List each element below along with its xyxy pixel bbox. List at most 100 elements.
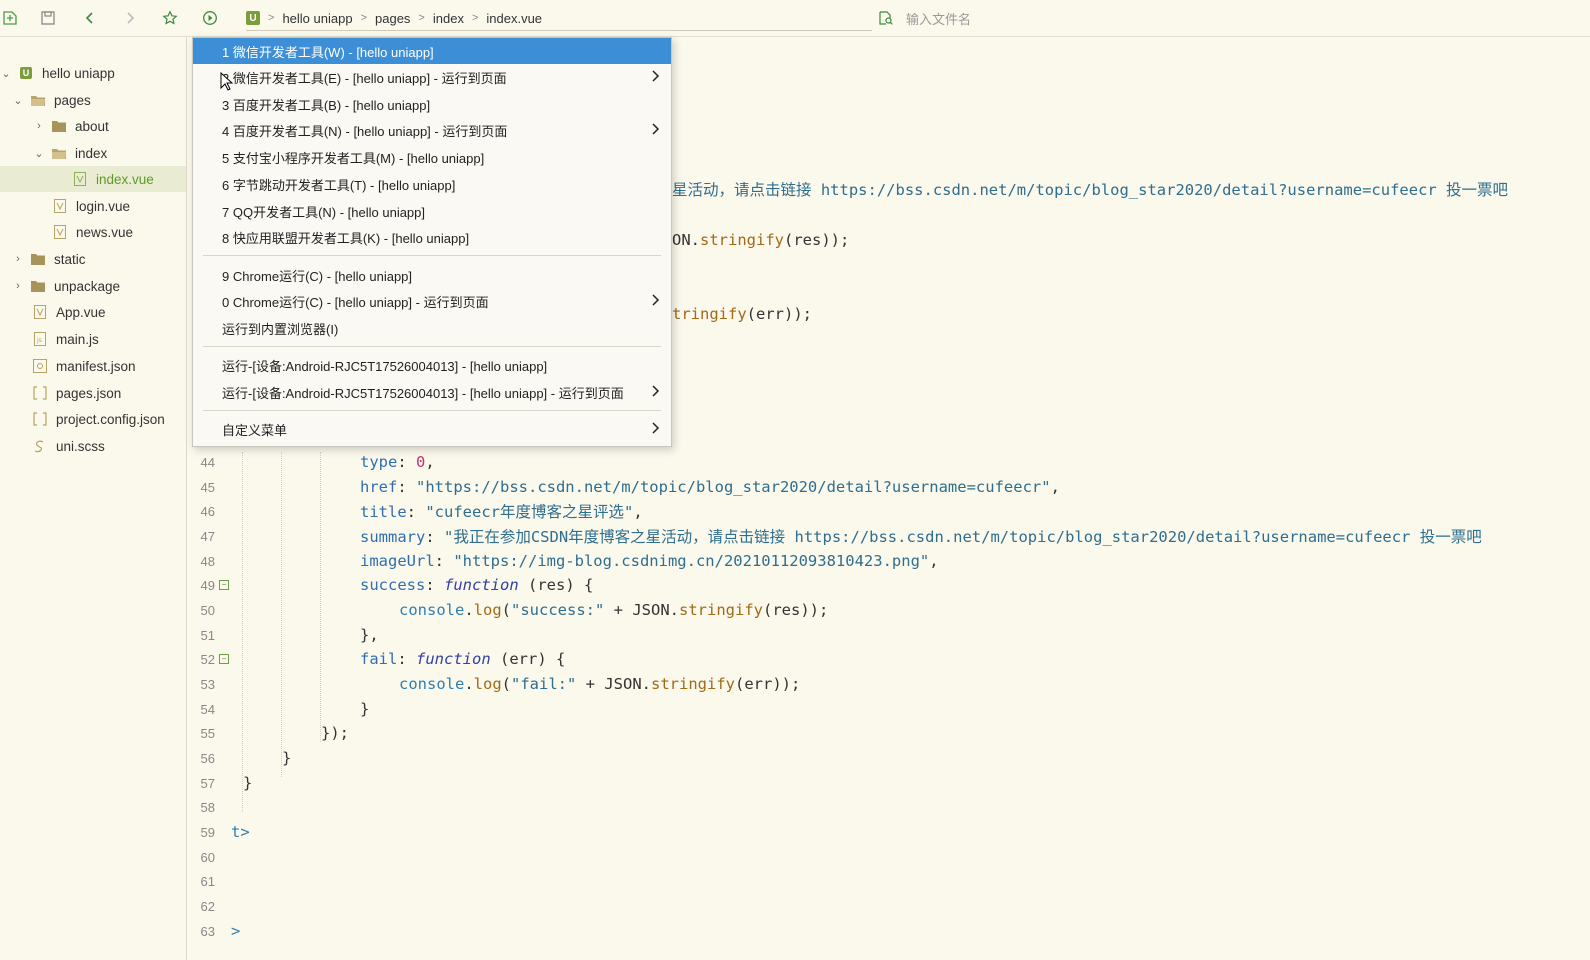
code-text: "success:" — [511, 601, 605, 619]
tree-item-about[interactable]: › about — [0, 113, 186, 139]
tree-item-pages[interactable]: ⌄ pages — [0, 87, 186, 113]
tree-item-label: about — [75, 118, 109, 134]
line-number: 63 — [200, 923, 215, 939]
menu-item-run-baidu[interactable]: 3 百度开发者工具(B) - [hello uniapp] — [193, 91, 671, 117]
menu-item-run-wechat[interactable]: 1 微信开发者工具(W) - [hello uniapp] — [193, 38, 671, 64]
code-line: 60 — [187, 845, 1590, 869]
menu-item-run-qq[interactable]: 7 QQ开发者工具(N) - [hello uniapp] — [193, 198, 671, 224]
code-text: } — [243, 774, 253, 792]
json-file-icon — [32, 386, 48, 400]
breadcrumb-file[interactable]: index.vue — [486, 11, 542, 26]
tree-item-pages-json[interactable]: pages.json — [0, 380, 186, 406]
chevron-down-icon[interactable]: ⌄ — [12, 94, 24, 107]
save-icon[interactable] — [38, 8, 58, 28]
submenu-arrow-icon — [652, 385, 660, 397]
tree-item-login-vue[interactable]: login.vue — [0, 193, 186, 219]
code-line: 56 } — [187, 746, 1590, 770]
fold-toggle-icon[interactable]: − — [219, 654, 229, 664]
tree-item-label: static — [54, 251, 86, 267]
menu-separator — [203, 410, 661, 411]
menu-item-label: 8 快应用联盟开发者工具(K) - [hello uniapp] — [222, 230, 470, 246]
breadcrumb-folder-index[interactable]: index — [433, 11, 464, 26]
star-icon[interactable] — [160, 8, 180, 28]
line-number: 55 — [200, 725, 215, 741]
file-search-box[interactable] — [878, 6, 1590, 32]
run-menu: 1 微信开发者工具(W) - [hello uniapp] 2 微信开发者工具(… — [192, 37, 672, 447]
tree-item-label: login.vue — [76, 198, 131, 214]
fold-toggle-icon[interactable]: − — [219, 580, 229, 590]
code-text: > — [231, 922, 241, 940]
uniapp-project-icon: U — [18, 66, 34, 80]
code-line: 53 console.log("fail:" + JSON.stringify(… — [187, 672, 1590, 696]
menu-item-label: 5 支付宝小程序开发者工具(M) - [hello uniapp] — [222, 150, 485, 166]
tree-item-label: pages — [54, 92, 91, 108]
code-text: stringify — [700, 231, 784, 249]
code-line: 51 }, — [187, 623, 1590, 647]
code-text: }); — [321, 724, 349, 742]
back-icon[interactable] — [80, 8, 100, 28]
line-number: 45 — [200, 479, 215, 495]
tree-item-static[interactable]: › static — [0, 246, 186, 272]
code-line: 55 }); — [187, 721, 1590, 745]
menu-item-run-builtin-browser[interactable]: 运行到内置浏览器(I) — [193, 315, 671, 341]
menu-item-run-baidu-page[interactable]: 4 百度开发者工具(N) - [hello uniapp] - 运行到页面 — [193, 117, 671, 143]
code-line: 49− success: function (res) { — [187, 573, 1590, 597]
menu-item-run-wechat-page[interactable]: 2 微信开发者工具(E) - [hello uniapp] - 运行到页面 — [193, 64, 671, 90]
menu-item-run-chrome[interactable]: 9 Chrome运行(C) - [hello uniapp] — [193, 262, 671, 288]
tree-item-index[interactable]: ⌄ index — [0, 140, 186, 166]
code-line: 59 t> — [187, 820, 1590, 844]
menu-item-run-chrome-page[interactable]: 0 Chrome运行(C) - [hello uniapp] - 运行到页面 — [193, 288, 671, 314]
tree-item-manifest-json[interactable]: manifest.json — [0, 353, 186, 379]
submenu-arrow-icon — [652, 294, 660, 306]
code-text: log — [473, 675, 502, 693]
js-file-icon: js — [32, 332, 48, 346]
chevron-right-icon[interactable]: › — [12, 253, 24, 265]
menu-item-run-device[interactable]: 运行-[设备:Android-RJC5T17526004013] - [hell… — [193, 352, 671, 378]
chevron-right-icon[interactable]: › — [33, 120, 45, 132]
tree-item-unpackage[interactable]: › unpackage — [0, 273, 186, 299]
line-number: 50 — [200, 602, 215, 618]
code-line: 44 type: 0, — [187, 450, 1590, 474]
line-number: 58 — [200, 799, 215, 815]
menu-item-run-bytedance[interactable]: 6 字节跳动开发者工具(T) - [hello uniapp] — [193, 171, 671, 197]
menu-item-custom-menu[interactable]: 自定义菜单 — [193, 416, 671, 442]
code-text: 星活动，请点击链接 https://bss.csdn.net/m/topic/b… — [672, 181, 1509, 199]
menu-item-label: 0 Chrome运行(C) - [hello uniapp] - 运行到页面 — [222, 294, 489, 310]
tree-item-news-vue[interactable]: news.vue — [0, 219, 186, 245]
run-icon[interactable] — [200, 8, 220, 28]
chevron-right-icon[interactable]: › — [12, 280, 24, 292]
line-number: 49 — [200, 577, 215, 593]
code-text: "我正在参加CSDN年度博客之星活动，请点击链接 https://bss.csd… — [444, 528, 1482, 546]
chevron-down-icon[interactable]: ⌄ — [33, 147, 45, 160]
code-text: JSON — [632, 601, 670, 619]
menu-item-label: 自定义菜单 — [222, 422, 288, 438]
tree-item-hello-uniapp[interactable]: ⌄ U hello uniapp — [0, 60, 186, 86]
line-number: 52 — [200, 651, 215, 667]
tree-item-main-js[interactable]: js main.js — [0, 326, 186, 352]
code-text: (res)); — [763, 601, 829, 619]
tree-item-app-vue[interactable]: App.vue — [0, 299, 186, 325]
tree-item-label: news.vue — [76, 224, 134, 240]
line-number: 60 — [200, 849, 215, 865]
code-text: title — [360, 503, 407, 521]
breadcrumb-folder-pages[interactable]: pages — [375, 11, 410, 26]
menu-item-run-alipay[interactable]: 5 支付宝小程序开发者工具(M) - [hello uniapp] — [193, 144, 671, 170]
tree-item-index-vue[interactable]: index.vue — [0, 166, 186, 192]
tree-item-project-config-json[interactable]: project.config.json — [0, 406, 186, 432]
chevron-down-icon[interactable]: ⌄ — [0, 67, 12, 80]
tree-item-label: pages.json — [56, 385, 122, 401]
line-number: 46 — [200, 503, 215, 519]
file-search-input[interactable] — [904, 10, 1508, 28]
breadcrumb-project[interactable]: hello uniapp — [282, 11, 352, 26]
code-text: success — [360, 576, 426, 594]
menu-item-run-device-page[interactable]: 运行-[设备:Android-RJC5T17526004013] - [hell… — [193, 379, 671, 405]
line-number: 59 — [200, 824, 215, 840]
menu-item-run-quickapp[interactable]: 8 快应用联盟开发者工具(K) - [hello uniapp] — [193, 224, 671, 250]
code-text: JSON — [604, 675, 642, 693]
new-file-icon[interactable] — [0, 8, 20, 28]
forward-icon[interactable] — [120, 8, 140, 28]
tree-item-uni-scss[interactable]: uni.scss — [0, 433, 186, 459]
line-number: 54 — [200, 701, 215, 717]
folder-open-icon — [30, 93, 46, 107]
code-text: (res) { — [518, 576, 594, 594]
